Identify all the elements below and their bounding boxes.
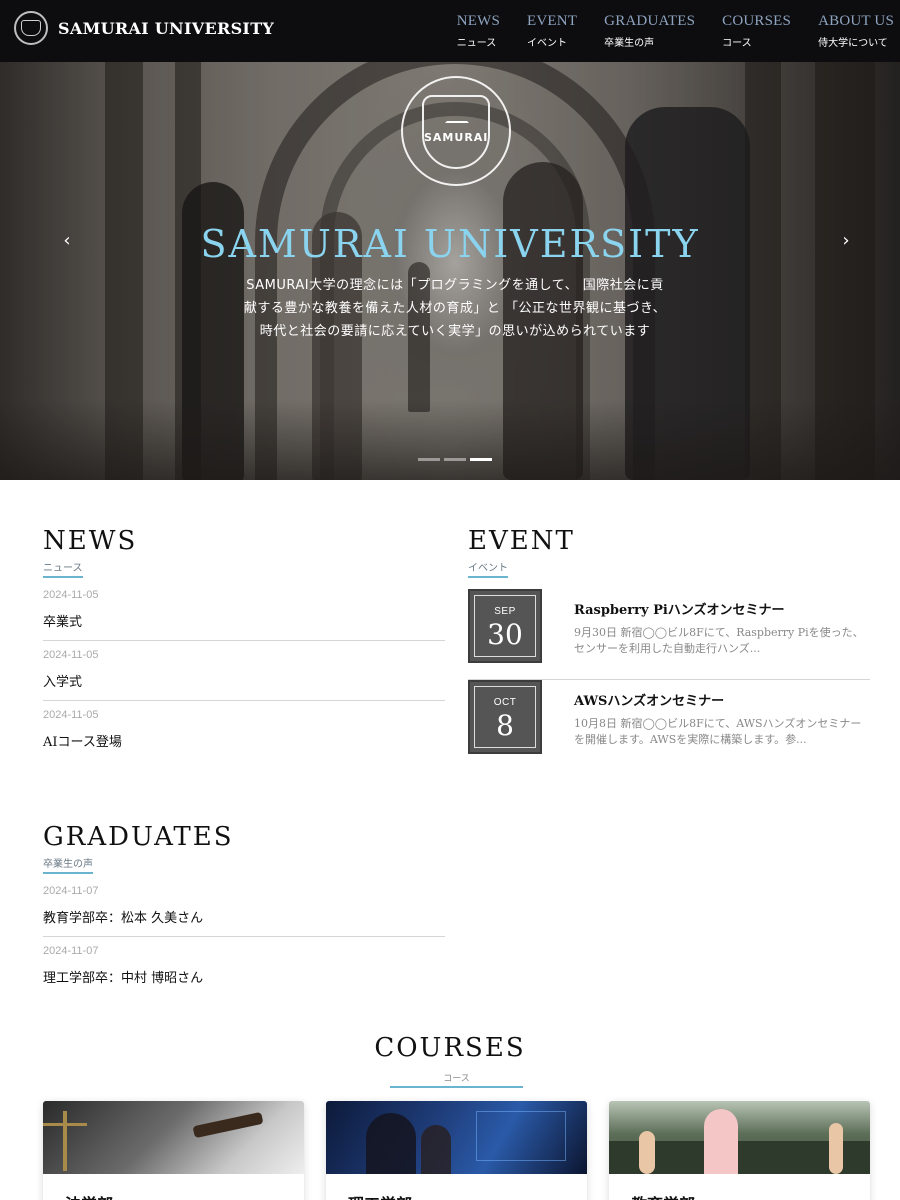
nav-sublabel: 侍大学について (818, 38, 888, 49)
nav-item-graduates[interactable]: GRADUATES 卒業生の声 (604, 12, 695, 49)
event-item[interactable]: OCT 8 AWSハンズオンセミナー 10月8日 新宿◯◯ビル8Fにて、AWSハ… (468, 680, 870, 771)
courses-section-subtitle: コース (443, 1074, 470, 1084)
nav-sublabel: コース (722, 38, 752, 49)
graduate-date: 2024-11-07 (43, 885, 99, 897)
hero-title: SAMURAI UNIVERSITY (200, 222, 700, 266)
graduates-list: 2024-11-07 教育学部卒：松本 久美さん 2024-11-07 理工学部… (43, 877, 445, 997)
graduate-title[interactable]: 教育学部卒：松本 久美さん (43, 907, 203, 926)
event-description: 9月30日 新宿◯◯ビル8Fにて、Raspberry Piを使った、センサーを利… (574, 626, 864, 655)
nav-sublabel: イベント (527, 38, 567, 49)
brand[interactable]: SAMURAI UNIVERSITY (14, 11, 274, 45)
news-date: 2024-11-05 (43, 589, 99, 601)
news-section-subtitle: ニュース (43, 559, 83, 578)
nav-item-about-us[interactable]: ABOUT US 侍大学について (818, 12, 894, 49)
nav-label: EVENT (527, 13, 578, 29)
event-item[interactable]: SEP 30 Raspberry Piハンズオンセミナー 9月30日 新宿◯◯ビ… (468, 589, 870, 680)
news-list: 2024-11-05 卒業式 2024-11-05 入学式 2024-11-05… (43, 581, 445, 761)
carousel-next-icon[interactable]: › (836, 230, 856, 251)
course-card-science[interactable]: 理工学部 (326, 1101, 587, 1200)
hero-description: SAMURAI大学の理念には「プログラミングを通して、 国際社会に貢献する豊かな… (243, 278, 667, 339)
nav-item-courses[interactable]: COURSES コース (722, 12, 791, 49)
event-title[interactable]: AWSハンズオンセミナー (574, 690, 724, 709)
site-header: SAMURAI UNIVERSITY NEWS ニュース EVENT イベント … (0, 0, 900, 62)
nav-sublabel: 卒業生の声 (604, 38, 655, 49)
carousel-dot-active[interactable] (470, 458, 492, 461)
seal-shield: SAMURAI (422, 95, 490, 169)
courses-section-title: COURSES (374, 1033, 526, 1063)
graduate-item[interactable]: 2024-11-07 理工学部卒：中村 博昭さん (43, 937, 445, 997)
event-month: OCT (493, 697, 517, 708)
nav-label: NEWS (456, 13, 500, 29)
course-image-law (43, 1101, 304, 1174)
news-section-title: NEWS (43, 526, 138, 556)
nav-item-event[interactable]: EVENT イベント (527, 12, 577, 49)
graduate-date: 2024-11-07 (43, 945, 99, 957)
carousel-indicators (418, 458, 496, 461)
nav-item-news[interactable]: NEWS ニュース (457, 12, 500, 49)
graduate-item[interactable]: 2024-11-07 教育学部卒：松本 久美さん (43, 877, 445, 937)
nav-label: GRADUATES (604, 13, 696, 29)
event-calendar-badge: OCT 8 (468, 680, 542, 754)
course-card-education[interactable]: 教育学部 (609, 1101, 870, 1200)
graduates-section-subtitle: 卒業生の声 (43, 855, 93, 874)
graduate-title[interactable]: 理工学部卒：中村 博昭さん (43, 967, 203, 986)
graduation-cap-icon (445, 111, 469, 123)
course-card-law[interactable]: 法学部 (43, 1101, 304, 1200)
event-title[interactable]: Raspberry Piハンズオンセミナー (574, 599, 785, 618)
seal-text: SAMURAI (424, 131, 489, 144)
course-name: 教育学部 (631, 1191, 695, 1200)
news-title[interactable]: AIコース登場 (43, 731, 122, 750)
event-month: SEP (494, 606, 516, 617)
hero-carousel: SAMURAI SAMURAI UNIVERSITY SAMURAI大学の理念に… (0, 62, 900, 480)
news-item[interactable]: 2024-11-05 卒業式 (43, 581, 445, 641)
nav-label: ABOUT US (818, 13, 894, 29)
university-seal-icon: SAMURAI (401, 76, 511, 186)
course-name: 法学部 (65, 1191, 113, 1200)
news-date: 2024-11-05 (43, 649, 99, 661)
news-item[interactable]: 2024-11-05 入学式 (43, 641, 445, 701)
course-image-education (609, 1101, 870, 1174)
university-logo-icon (14, 11, 48, 45)
carousel-dot[interactable] (418, 458, 440, 461)
news-title[interactable]: 入学式 (43, 671, 82, 690)
brand-name: SAMURAI UNIVERSITY (58, 18, 275, 38)
news-title[interactable]: 卒業式 (43, 611, 82, 630)
nav-label: COURSES (722, 13, 792, 29)
event-list: SEP 30 Raspberry Piハンズオンセミナー 9月30日 新宿◯◯ビ… (468, 589, 870, 771)
news-date: 2024-11-05 (43, 709, 99, 721)
event-section-subtitle: イベント (468, 559, 508, 578)
event-description: 10月8日 新宿◯◯ビル8Fにて、AWSハンズオンセミナーを開催します。AWSを… (574, 717, 862, 746)
course-name: 理工学部 (348, 1191, 412, 1200)
main-nav: NEWS ニュース EVENT イベント GRADUATES 卒業生の声 COU… (430, 12, 894, 49)
nav-sublabel: ニュース (456, 38, 497, 49)
event-day: 30 (487, 618, 523, 651)
course-image-science (326, 1101, 587, 1174)
carousel-prev-icon[interactable]: ‹ (57, 230, 77, 251)
carousel-dot[interactable] (444, 458, 466, 461)
news-item[interactable]: 2024-11-05 AIコース登場 (43, 701, 445, 761)
event-calendar-badge: SEP 30 (468, 589, 542, 663)
event-section-title: EVENT (468, 526, 575, 556)
courses-subtitle-underline: コース (390, 1066, 523, 1088)
graduates-section-title: GRADUATES (43, 822, 234, 852)
event-day: 8 (496, 709, 514, 742)
